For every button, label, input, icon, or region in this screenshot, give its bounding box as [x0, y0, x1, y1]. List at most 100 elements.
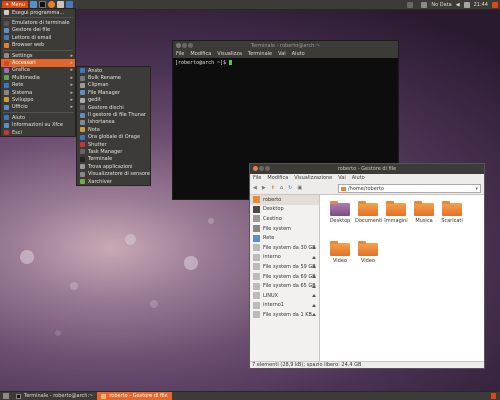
- terminal-menu-vai[interactable]: Vai: [278, 51, 286, 57]
- submenu-item-ishortanea[interactable]: Ishortanea: [77, 119, 150, 126]
- sidebar-item-linux[interactable]: LINUX: [250, 291, 319, 301]
- menu-item-aiuto[interactable]: Aiuto: [1, 114, 75, 121]
- clock[interactable]: 21:44: [474, 2, 488, 8]
- submenu-item-ora-globale-di-orage[interactable]: Ora globale di Orage: [77, 134, 150, 141]
- submenu-item-bulk-rename[interactable]: Bulk Rename: [77, 74, 150, 81]
- terminal-menu-visualizza[interactable]: Visualizza: [217, 51, 242, 57]
- sidebar-item-cestino[interactable]: Cestino: [250, 214, 319, 224]
- file-manager-titlebar[interactable]: roberto - Gestore di file: [250, 164, 484, 174]
- power-icon[interactable]: [492, 2, 498, 8]
- submenu-item-trova-applicazioni[interactable]: Trova applicazioni: [77, 163, 150, 170]
- close-icon[interactable]: [253, 166, 258, 171]
- folder-musica[interactable]: Musica: [411, 201, 437, 224]
- terminal-launcher-icon[interactable]: [38, 1, 46, 8]
- trash-applet-icon[interactable]: [491, 393, 496, 399]
- reload-icon[interactable]: ↻: [288, 185, 292, 191]
- sidebar-item-file-system-da-59-gb[interactable]: File system da 59 GB: [250, 262, 319, 272]
- taskbar-item-roberto-gestore-di-file[interactable]: roberto - Gestore di file: [97, 391, 172, 400]
- sidebar-item-file-system-da-65-gb[interactable]: File system da 65 GB: [250, 281, 319, 291]
- submenu-item-clipman[interactable]: Clipman: [77, 82, 150, 89]
- submenu-item-gestore-dischi[interactable]: Gestore dischi: [77, 104, 150, 111]
- folder-launcher-icon[interactable]: [29, 1, 37, 8]
- submenu-item-il-gestore-di-file-thunar[interactable]: Il gestore di file Thunar: [77, 111, 150, 118]
- workspace-1-icon[interactable]: [407, 2, 413, 8]
- terminal-menu-terminale[interactable]: Terminale: [248, 51, 272, 57]
- submenu-item-gedit[interactable]: gedit: [77, 97, 150, 104]
- minimize-icon[interactable]: [182, 43, 187, 48]
- menu-item-lettore-di-email[interactable]: Lettore di email: [1, 34, 75, 41]
- maximize-icon[interactable]: [188, 43, 193, 48]
- close-icon[interactable]: [176, 43, 181, 48]
- chevron-down-icon[interactable]: ▾: [475, 186, 478, 192]
- folder-scaricati[interactable]: Scaricati: [439, 201, 465, 224]
- sidebar-item-rete[interactable]: Rete: [250, 233, 319, 243]
- network-status-icon[interactable]: [421, 2, 428, 8]
- sidebar-item-file-system[interactable]: File system: [250, 224, 319, 234]
- forward-icon[interactable]: ▶: [262, 185, 266, 191]
- show-desktop-icon[interactable]: [3, 393, 9, 399]
- menu-item-informazioni-su-xfce[interactable]: Informazioni su Xfce: [1, 121, 75, 128]
- submenu-item-nota[interactable]: Nota: [77, 126, 150, 133]
- folder-video[interactable]: Video: [355, 241, 381, 264]
- submenu-item-ansto[interactable]: Ansto: [77, 67, 150, 74]
- home-icon[interactable]: ⌂: [280, 185, 283, 191]
- sidebar-item-file-system-da-1-kb[interactable]: File system da 1 KB: [250, 310, 319, 320]
- menu-item-accessori[interactable]: Accessori ▸: [1, 59, 75, 67]
- menu-item-gestore-dei-file[interactable]: Gestore dei file: [1, 27, 75, 34]
- sidebar-item-interno[interactable]: interno: [250, 253, 319, 263]
- eject-icon[interactable]: [312, 284, 316, 288]
- menu-item-settings[interactable]: Settings ▸: [1, 52, 75, 59]
- submenu-item-shutter[interactable]: Shutter: [77, 141, 150, 148]
- menu-item-sviluppo[interactable]: Sviluppo ▸: [1, 96, 75, 103]
- mail-indicator-icon[interactable]: [463, 2, 470, 8]
- file-manager-menu-file[interactable]: File: [253, 175, 261, 181]
- terminal-titlebar[interactable]: Terminale - roberto@arch:~: [173, 41, 398, 50]
- folder-documenti[interactable]: Documenti: [355, 201, 382, 224]
- up-icon[interactable]: ⬆: [271, 185, 275, 191]
- back-icon[interactable]: ◀: [253, 185, 257, 191]
- menu-item-esegui-programma[interactable]: Esegui programma...: [1, 9, 75, 16]
- menu-item-esci[interactable]: Esci: [1, 129, 75, 136]
- browser-launcher-icon[interactable]: [47, 1, 55, 8]
- sidebar-item-file-system-da-69-gb[interactable]: File system da 69 GB: [250, 272, 319, 282]
- minimize-icon[interactable]: [259, 166, 264, 171]
- eject-icon[interactable]: [312, 303, 316, 307]
- sidebar-item-file-system-da-30-gb[interactable]: File system da 30 GB: [250, 243, 319, 253]
- editor-launcher-icon[interactable]: [56, 1, 64, 8]
- submenu-item-file-manager[interactable]: File Manager: [77, 89, 150, 96]
- menu-item-emulatore-di-terminale[interactable]: Emulatore di terminale: [1, 19, 75, 26]
- menu-item-browser-web[interactable]: Browser web: [1, 42, 75, 49]
- folder-video[interactable]: Video: [327, 241, 353, 264]
- sidebar-item-roberto[interactable]: roberto: [250, 195, 319, 205]
- submenu-item-task-manager[interactable]: Task Manager: [77, 148, 150, 155]
- eject-icon[interactable]: [312, 255, 316, 259]
- eject-icon[interactable]: [312, 265, 316, 269]
- terminal-menu-modifica[interactable]: Modifica: [190, 51, 211, 57]
- submenu-item-terminale[interactable]: Terminale: [77, 156, 150, 163]
- submenu-item-xarchiver[interactable]: Xarchiver: [77, 178, 150, 185]
- eject-icon[interactable]: [312, 246, 316, 250]
- folder-desktop[interactable]: Desktop: [327, 201, 353, 224]
- workspace-switcher[interactable]: [407, 2, 413, 10]
- menu-item-multimedia[interactable]: Multimedia ▸: [1, 74, 75, 81]
- file-manager-menu-vai[interactable]: Vai: [338, 175, 346, 181]
- sidebar-item-interno1[interactable]: interno1: [250, 301, 319, 311]
- submenu-item-visualizzatore-di-sensore[interactable]: Visualizzatore di sensore: [77, 170, 150, 177]
- taskbar-item-terminale-roberto-arch[interactable]: Terminale - roberto@arch:~: [12, 392, 97, 400]
- menu-item-ufficio[interactable]: Ufficio ▸: [1, 104, 75, 111]
- eject-icon[interactable]: [312, 313, 316, 317]
- eject-icon[interactable]: [312, 294, 316, 298]
- terminal-menu-aiuto[interactable]: Aiuto: [292, 51, 305, 57]
- volume-icon[interactable]: ◀: [456, 2, 460, 8]
- location-field[interactable]: /home/roberto ▾: [338, 184, 481, 193]
- file-manager-menu-visualizzazione[interactable]: Visualizzazione: [294, 175, 332, 181]
- file-manager-menu-modifica[interactable]: Modifica: [267, 175, 288, 181]
- terminal-menu-file[interactable]: File: [176, 51, 184, 57]
- computer-icon[interactable]: ▣: [297, 185, 302, 191]
- folder-immagini[interactable]: Immagini: [383, 201, 409, 224]
- maximize-icon[interactable]: [265, 166, 270, 171]
- menu-item-sistema[interactable]: Sistema ▸: [1, 89, 75, 96]
- file-manager-menu-aiuto[interactable]: Aiuto: [352, 175, 365, 181]
- sidebar-item-desktop[interactable]: Desktop: [250, 205, 319, 215]
- mail-launcher-icon[interactable]: [65, 1, 73, 8]
